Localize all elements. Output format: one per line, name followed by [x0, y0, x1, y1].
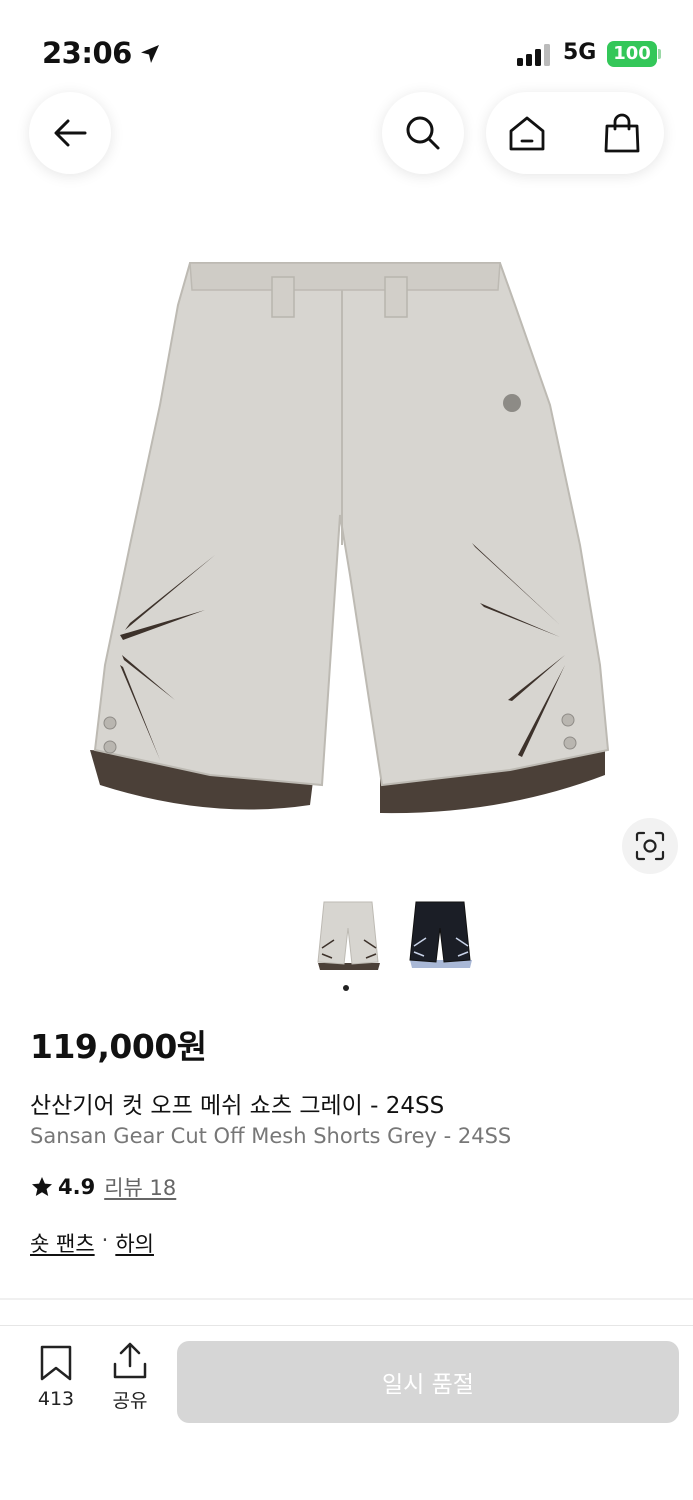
location-arrow-icon [141, 45, 159, 63]
home-icon [509, 116, 545, 151]
share-label: 공유 [112, 1390, 148, 1412]
search-icon [406, 116, 440, 150]
bookmark-icon [40, 1345, 72, 1381]
thumbnail-black[interactable] [402, 898, 478, 976]
bookmark-button[interactable]: 413 [30, 1344, 82, 1414]
carousel-indicator-dot [343, 985, 349, 991]
rating-value: 4.9 [58, 1175, 96, 1199]
category-link-short-pants[interactable]: 숏 팬츠 [30, 1228, 95, 1258]
section-divider [0, 1298, 693, 1300]
battery-indicator: 100 [607, 41, 657, 67]
status-time: 23:06 [42, 36, 132, 70]
category-breadcrumb: 숏 팬츠 · 하의 [30, 1228, 154, 1258]
product-title-english: Sansan Gear Cut Off Mesh Shorts Grey - 2… [30, 1124, 512, 1148]
signal-icon [517, 44, 551, 66]
visual-search-button[interactable] [622, 818, 678, 874]
camera-scan-icon [635, 831, 665, 861]
thumbnail-grey[interactable] [310, 898, 386, 976]
network-type: 5G [563, 40, 597, 65]
shopping-bag-icon [604, 113, 640, 153]
product-title-korean: 산산기어 컷 오프 메쉬 쇼츠 그레이 - 24SS [30, 1093, 445, 1119]
cart-button[interactable] [602, 108, 642, 158]
home-button[interactable] [507, 108, 547, 158]
share-button[interactable]: 공유 [104, 1342, 156, 1414]
star-icon [32, 1177, 52, 1196]
battery-tip [658, 49, 661, 59]
sold-out-button[interactable]: 일시 품절 [177, 1341, 679, 1423]
arrow-left-icon [54, 119, 87, 147]
back-button[interactable] [29, 92, 111, 174]
review-link[interactable]: 리뷰 18 [104, 1172, 176, 1202]
category-link-bottoms[interactable]: 하의 [115, 1228, 154, 1258]
search-button[interactable] [382, 92, 464, 174]
rating-row: 4.9 리뷰 18 [30, 1172, 176, 1202]
category-separator: · [101, 1228, 109, 1252]
image-thumbnails [310, 898, 480, 978]
product-price: 119,000원 [30, 1027, 207, 1066]
product-image[interactable] [60, 245, 640, 835]
share-icon [113, 1342, 147, 1379]
bookmark-count: 413 [37, 1388, 75, 1410]
